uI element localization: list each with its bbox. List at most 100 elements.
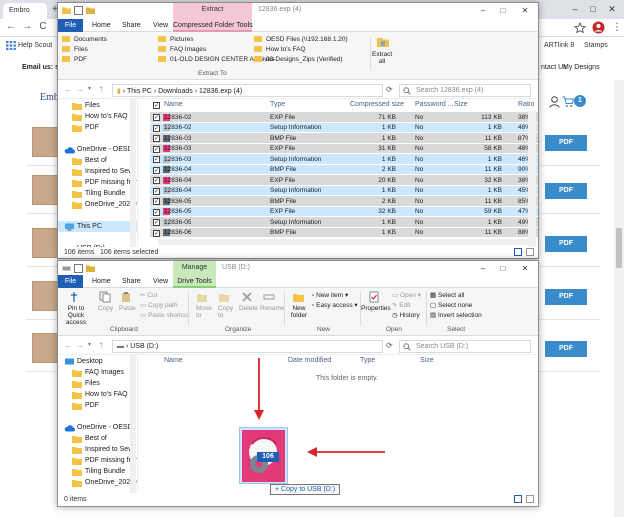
tab-home[interactable]: Home [92, 19, 111, 32]
nav-item[interactable]: OneDrive_2020-09- [58, 199, 137, 210]
table-row[interactable]: ✓ 12836-05 Setup Information 1 KB No 1 KB 49% [150, 217, 538, 228]
bookmark-stamps[interactable]: Stamps [584, 42, 608, 49]
table-row[interactable]: ✓ 12836-02 Setup Information 1 KB No 1 KB 48% [150, 122, 538, 133]
col-name[interactable]: Name [164, 355, 183, 367]
col-type[interactable]: Type [360, 355, 375, 367]
large-icons-view-toggle[interactable] [526, 248, 534, 256]
zip-search-input[interactable]: Search 12836.exp (4) [399, 84, 531, 97]
nav-item[interactable]: Inspired to Sew [58, 444, 137, 455]
table-row[interactable]: ✓ 12836-05 BMP File 2 KB No 11 KB 85% [150, 196, 538, 207]
extract-destination-item[interactable]: Files [62, 46, 88, 53]
col-date-modified[interactable]: Date modified [288, 355, 331, 367]
browser-minimize-button[interactable]: – [568, 3, 582, 15]
back-button[interactable]: ← [6, 21, 16, 33]
cut-button[interactable]: Cut [147, 292, 157, 299]
nav-item[interactable]: Best of [58, 433, 137, 444]
col-ratio[interactable]: Ratio [518, 99, 534, 111]
nav-item[interactable]: OneDrive - OESD [58, 144, 137, 155]
open-button[interactable]: Open [400, 292, 416, 299]
crumb-this-pc[interactable]: This PC [127, 88, 152, 95]
col-compressed-size[interactable]: Compressed size [350, 99, 404, 111]
my-designs-link[interactable]: My Designs [563, 64, 600, 71]
nav-item[interactable]: Files [58, 378, 137, 389]
usb-nav-scrollbar[interactable] [130, 355, 136, 493]
extract-destination-item[interactable]: 03-Designs_Zips (Verified) [254, 56, 343, 63]
nav-item[interactable]: OneDrive - OESD [58, 422, 137, 433]
zip-minimize-button[interactable]: – [476, 5, 490, 17]
extract-destination-item[interactable]: OESD Files (\\192.168.1.20) [254, 36, 348, 43]
select-none-button[interactable]: Select none [438, 302, 472, 309]
table-row[interactable]: ✓ 12836-03 BMP File 1 KB No 11 KB 87% [150, 133, 538, 144]
account-user-icon[interactable] [549, 96, 560, 108]
browser-close-button[interactable]: ✕ [605, 3, 619, 15]
properties-button[interactable]: Properties [361, 305, 391, 312]
browser-maximize-button[interactable]: □ [586, 3, 600, 15]
row-checkbox[interactable]: ✓ [153, 187, 160, 195]
tab-view[interactable]: View [153, 19, 168, 32]
nav-item[interactable]: How to's FAQ [58, 389, 137, 400]
usb-forward-button[interactable]: → [76, 341, 84, 350]
usb-refresh-button[interactable]: ⟳ [386, 341, 393, 350]
nav-item[interactable]: Tiling Bundle [58, 188, 137, 199]
row-checkbox[interactable]: ✓ [153, 114, 160, 121]
new-folder-quick-icon[interactable] [86, 6, 95, 15]
new-folder-button[interactable]: New folder [290, 305, 308, 319]
nav-item[interactable]: Best of [58, 155, 137, 166]
extract-all-button[interactable]: Extract all [372, 51, 392, 65]
row-checkbox[interactable]: ✓ [153, 124, 160, 132]
properties-quick-icon[interactable] [74, 6, 83, 15]
copy-button[interactable]: Copy [98, 305, 113, 312]
select-all-checkbox[interactable]: ✓ [153, 102, 160, 109]
forward-button[interactable]: → [22, 21, 32, 33]
row-checkbox[interactable]: ✓ [153, 219, 160, 226]
copy-path-button[interactable]: Copy path [148, 302, 178, 309]
table-row[interactable]: ✓ 12836-06 BMP File 1 KB No 11 KB 88% [150, 227, 538, 238]
paste-button[interactable]: Paste [119, 305, 136, 312]
table-row[interactable]: ✓ 12836-03 Setup Information 1 KB No 1 KB 46% [150, 154, 538, 165]
new-item-button[interactable]: New item [316, 292, 343, 299]
bookmark-help-scout[interactable]: Help Scout [18, 42, 52, 49]
table-row[interactable]: ✓ 12836-04 BMP File 2 KB No 11 KB 90% [150, 164, 538, 175]
crumb-zip[interactable]: 12836.exp (4) [199, 88, 242, 95]
pin-quick-access-button[interactable]: Pin to Quick access [61, 305, 91, 326]
table-row[interactable]: ✓ 12836-05 EXP File 32 KB No 59 KB 47% [150, 206, 538, 217]
browser-tab[interactable]: Embro [3, 3, 47, 19]
usb-up-button[interactable]: ↑ [99, 340, 103, 349]
col-size[interactable]: Size [420, 355, 434, 367]
zip-back-button[interactable]: ← [64, 85, 72, 94]
nav-item[interactable]: Desktop [58, 356, 137, 367]
edit-button[interactable]: Edit [399, 302, 410, 309]
nav-item[interactable]: PDF [58, 400, 137, 411]
usb-maximize-button[interactable]: □ [496, 263, 510, 275]
nav-item[interactable]: This PC [58, 221, 137, 232]
table-row[interactable]: ✓ 12836-04 Setup Information 1 KB No 1 KB 45% [150, 185, 538, 196]
col-name[interactable]: Name [164, 99, 183, 111]
extract-destination-item[interactable]: How to's FAQ [254, 46, 306, 53]
easy-access-button[interactable]: Easy access [316, 302, 353, 309]
delete-button[interactable]: Delete [239, 305, 258, 312]
browser-menu-icon[interactable]: ⋮ [612, 22, 622, 33]
zip-nav-scrollbar[interactable] [130, 99, 136, 247]
extract-destination-item[interactable]: FAQ Images [158, 46, 206, 53]
zip-up-button[interactable]: ↑ [99, 84, 103, 93]
row-checkbox[interactable]: ✓ [153, 135, 160, 142]
table-row[interactable]: ✓ 12836-03 EXP File 31 KB No 58 KB 48% [150, 143, 538, 154]
nav-item[interactable]: Files [58, 100, 137, 111]
reload-button[interactable]: C [38, 21, 48, 33]
bookmark-star-icon[interactable] [574, 22, 586, 34]
tab-drive-tools[interactable]: Drive Tools [173, 275, 216, 288]
details-view-toggle[interactable] [514, 248, 522, 256]
table-row[interactable]: ✓ 12836-02 EXP File 71 KB No 113 KB 38% [150, 112, 538, 123]
usb-address-path[interactable]: ▬ › USB (D:) [112, 340, 383, 353]
extract-destination-item[interactable]: Documents [62, 36, 107, 43]
nav-item[interactable]: Inspired to Sew [58, 166, 137, 177]
crumb-downloads[interactable]: Downloads [158, 88, 193, 95]
select-all-button[interactable]: Select all [438, 292, 464, 299]
row-checkbox[interactable]: ✓ [153, 208, 160, 216]
properties-quick-icon[interactable] [74, 264, 83, 273]
crumb-usb[interactable]: USB (D:) [130, 343, 158, 350]
pdf-download-button[interactable]: PDF [545, 236, 587, 252]
apps-grid-icon[interactable] [6, 41, 16, 50]
nav-item[interactable]: OneDrive_2020-09- [58, 477, 137, 488]
paste-shortcut-button[interactable]: Paste shortcut [148, 312, 190, 319]
